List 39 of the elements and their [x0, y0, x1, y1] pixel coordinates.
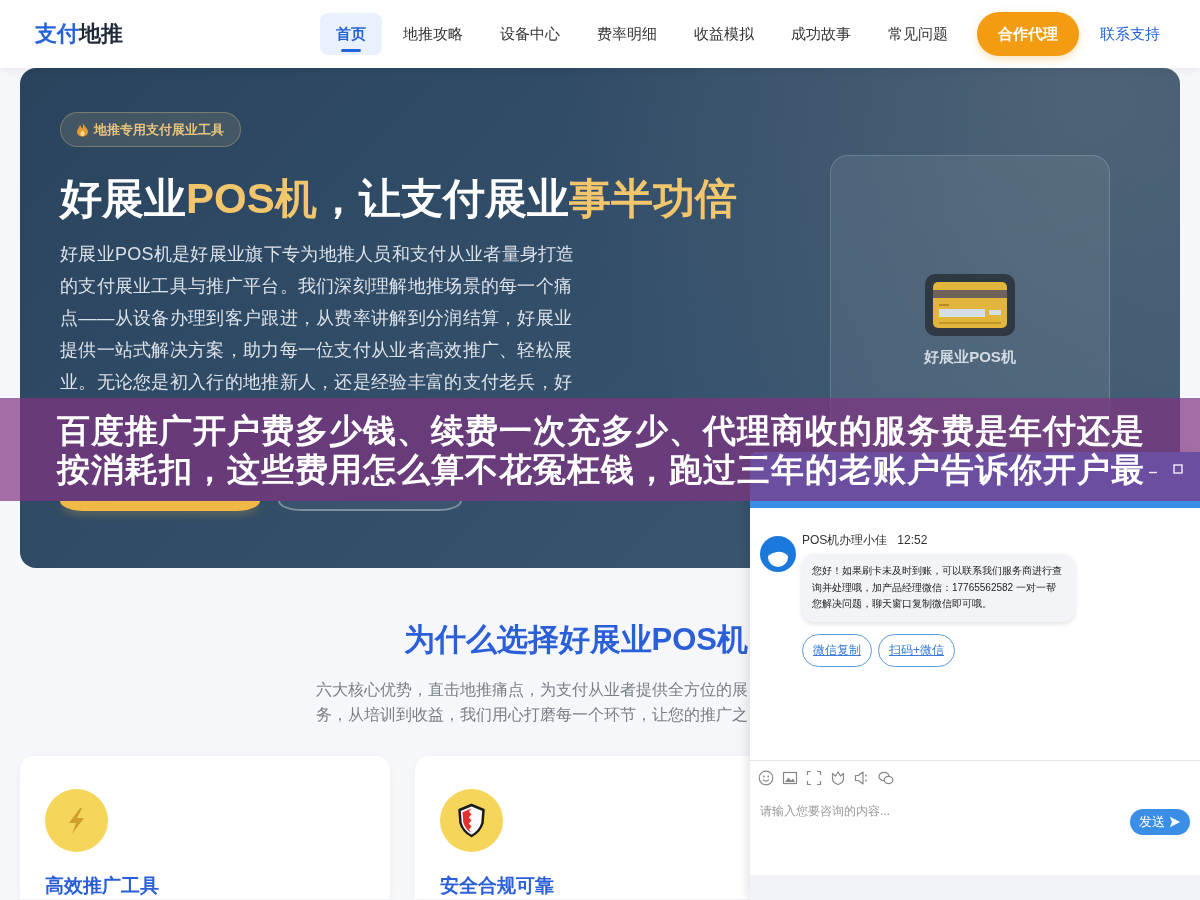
product-label: 好展业POS机 [924, 347, 1016, 367]
lightning-icon [45, 789, 108, 852]
support-link[interactable]: 联系支持 [1100, 24, 1160, 44]
tulip-icon[interactable] [830, 770, 846, 786]
badge-text: 地推专用支付展业工具 [94, 120, 224, 139]
outline-button[interactable] [278, 501, 462, 511]
nav-tab[interactable]: 首页 [320, 13, 382, 55]
maximize-icon[interactable] [1173, 464, 1183, 474]
shield-icon [440, 789, 503, 852]
credit-card-icon [925, 273, 1015, 336]
section-subtitle: 务，从培训到收益，我们用心打磨每一个环节，让您的推广之 [315, 705, 748, 725]
section-subtitle: 六大核心优势，直击地推痛点，为支付从业者提供全方位的展 [315, 680, 748, 700]
section-title: 为什么选择好展业POS机 [402, 621, 748, 659]
agent-avatar [760, 536, 796, 572]
image-icon[interactable] [782, 770, 798, 786]
nav-tab[interactable]: 常见问题 [872, 13, 964, 55]
send-icon [1169, 816, 1181, 828]
flame-icon [77, 122, 88, 137]
sender-name: POS机办理小佳 [802, 533, 888, 547]
emoji-icon[interactable] [758, 770, 774, 786]
primary-button[interactable] [60, 501, 260, 511]
hero-headline: 好展业POS机，让支付展业事半功倍 [60, 174, 738, 224]
quick-reply-button[interactable]: 扫码+微信 [878, 633, 955, 667]
hero-description: 好展业POS机是好展业旗下专为地推人员和支付从业者量身打造的支付展业工具与推广平台。我们深刻理解地推场景的每一个痛点——从设备办理到客户跟进，从费率讲解到分润结算，好展业提供一站式解决方案，助力每一位支付从业者高效推广、轻松展业。无论您是初入行的地推新人，还是经验丰富的支付老兵，好 [60, 243, 576, 394]
banner-title: 百度推广开户费多少钱、续费一次充多少、代理商收的服务费是年付还是按消耗扣，这些费用怎么算不花冤枉钱，跑过三年的老账户告诉你开户最 [57, 411, 1146, 489]
message-time: 12:52 [897, 533, 928, 547]
nav-tab[interactable]: 费率明细 [581, 13, 673, 55]
nav-tab[interactable]: 设备中心 [484, 13, 576, 55]
site-logo[interactable]: 支付地推 [35, 19, 123, 49]
message-bubble: 您好！如果刷卡未及时到账，可以联系我们服务商进行查询并处理哦，加产品经理微信：17765562582 一对一帮您解决问题，聊天窗口复制微信即可哦。 [802, 554, 1075, 622]
feature-title: 高效推广工具 [45, 874, 159, 898]
feature-title: 安全合规可靠 [440, 874, 554, 898]
nav-tab[interactable]: 成功故事 [775, 13, 867, 55]
chat-bubbles-icon[interactable] [878, 770, 894, 786]
quick-reply-button[interactable]: 微信复制 [802, 633, 872, 667]
nav-tab[interactable]: 收益模拟 [678, 13, 770, 55]
screenshot-icon[interactable] [806, 770, 822, 786]
speaker-icon[interactable] [854, 770, 870, 786]
nav-tab[interactable]: 地推攻略 [387, 13, 479, 55]
